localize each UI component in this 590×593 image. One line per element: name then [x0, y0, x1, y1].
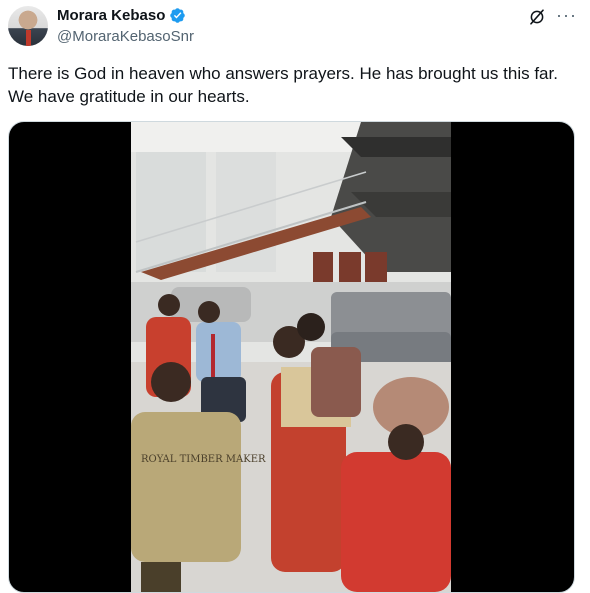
author-handle[interactable]: @MoraraKebasoSnr: [57, 28, 194, 45]
overalls-print: ROYAL TIMBER MAKER: [141, 454, 266, 465]
author-avatar[interactable]: [8, 6, 48, 46]
author-name[interactable]: Morara Kebaso: [57, 7, 165, 24]
tweet-text: There is God in heaven who answers praye…: [8, 64, 558, 106]
avatar-tie: [26, 30, 31, 46]
author-name-row: Morara Kebaso: [57, 7, 186, 24]
tweet-media-video[interactable]: ROYAL TIMBER MAKER: [8, 121, 575, 593]
video-scene: ROYAL TIMBER MAKER: [131, 122, 451, 592]
verified-badge-icon: [170, 8, 186, 23]
grok-slash-icon[interactable]: [528, 8, 546, 26]
video-frame[interactable]: ROYAL TIMBER MAKER: [131, 122, 451, 592]
more-horizontal-icon[interactable]: ···: [556, 6, 576, 26]
